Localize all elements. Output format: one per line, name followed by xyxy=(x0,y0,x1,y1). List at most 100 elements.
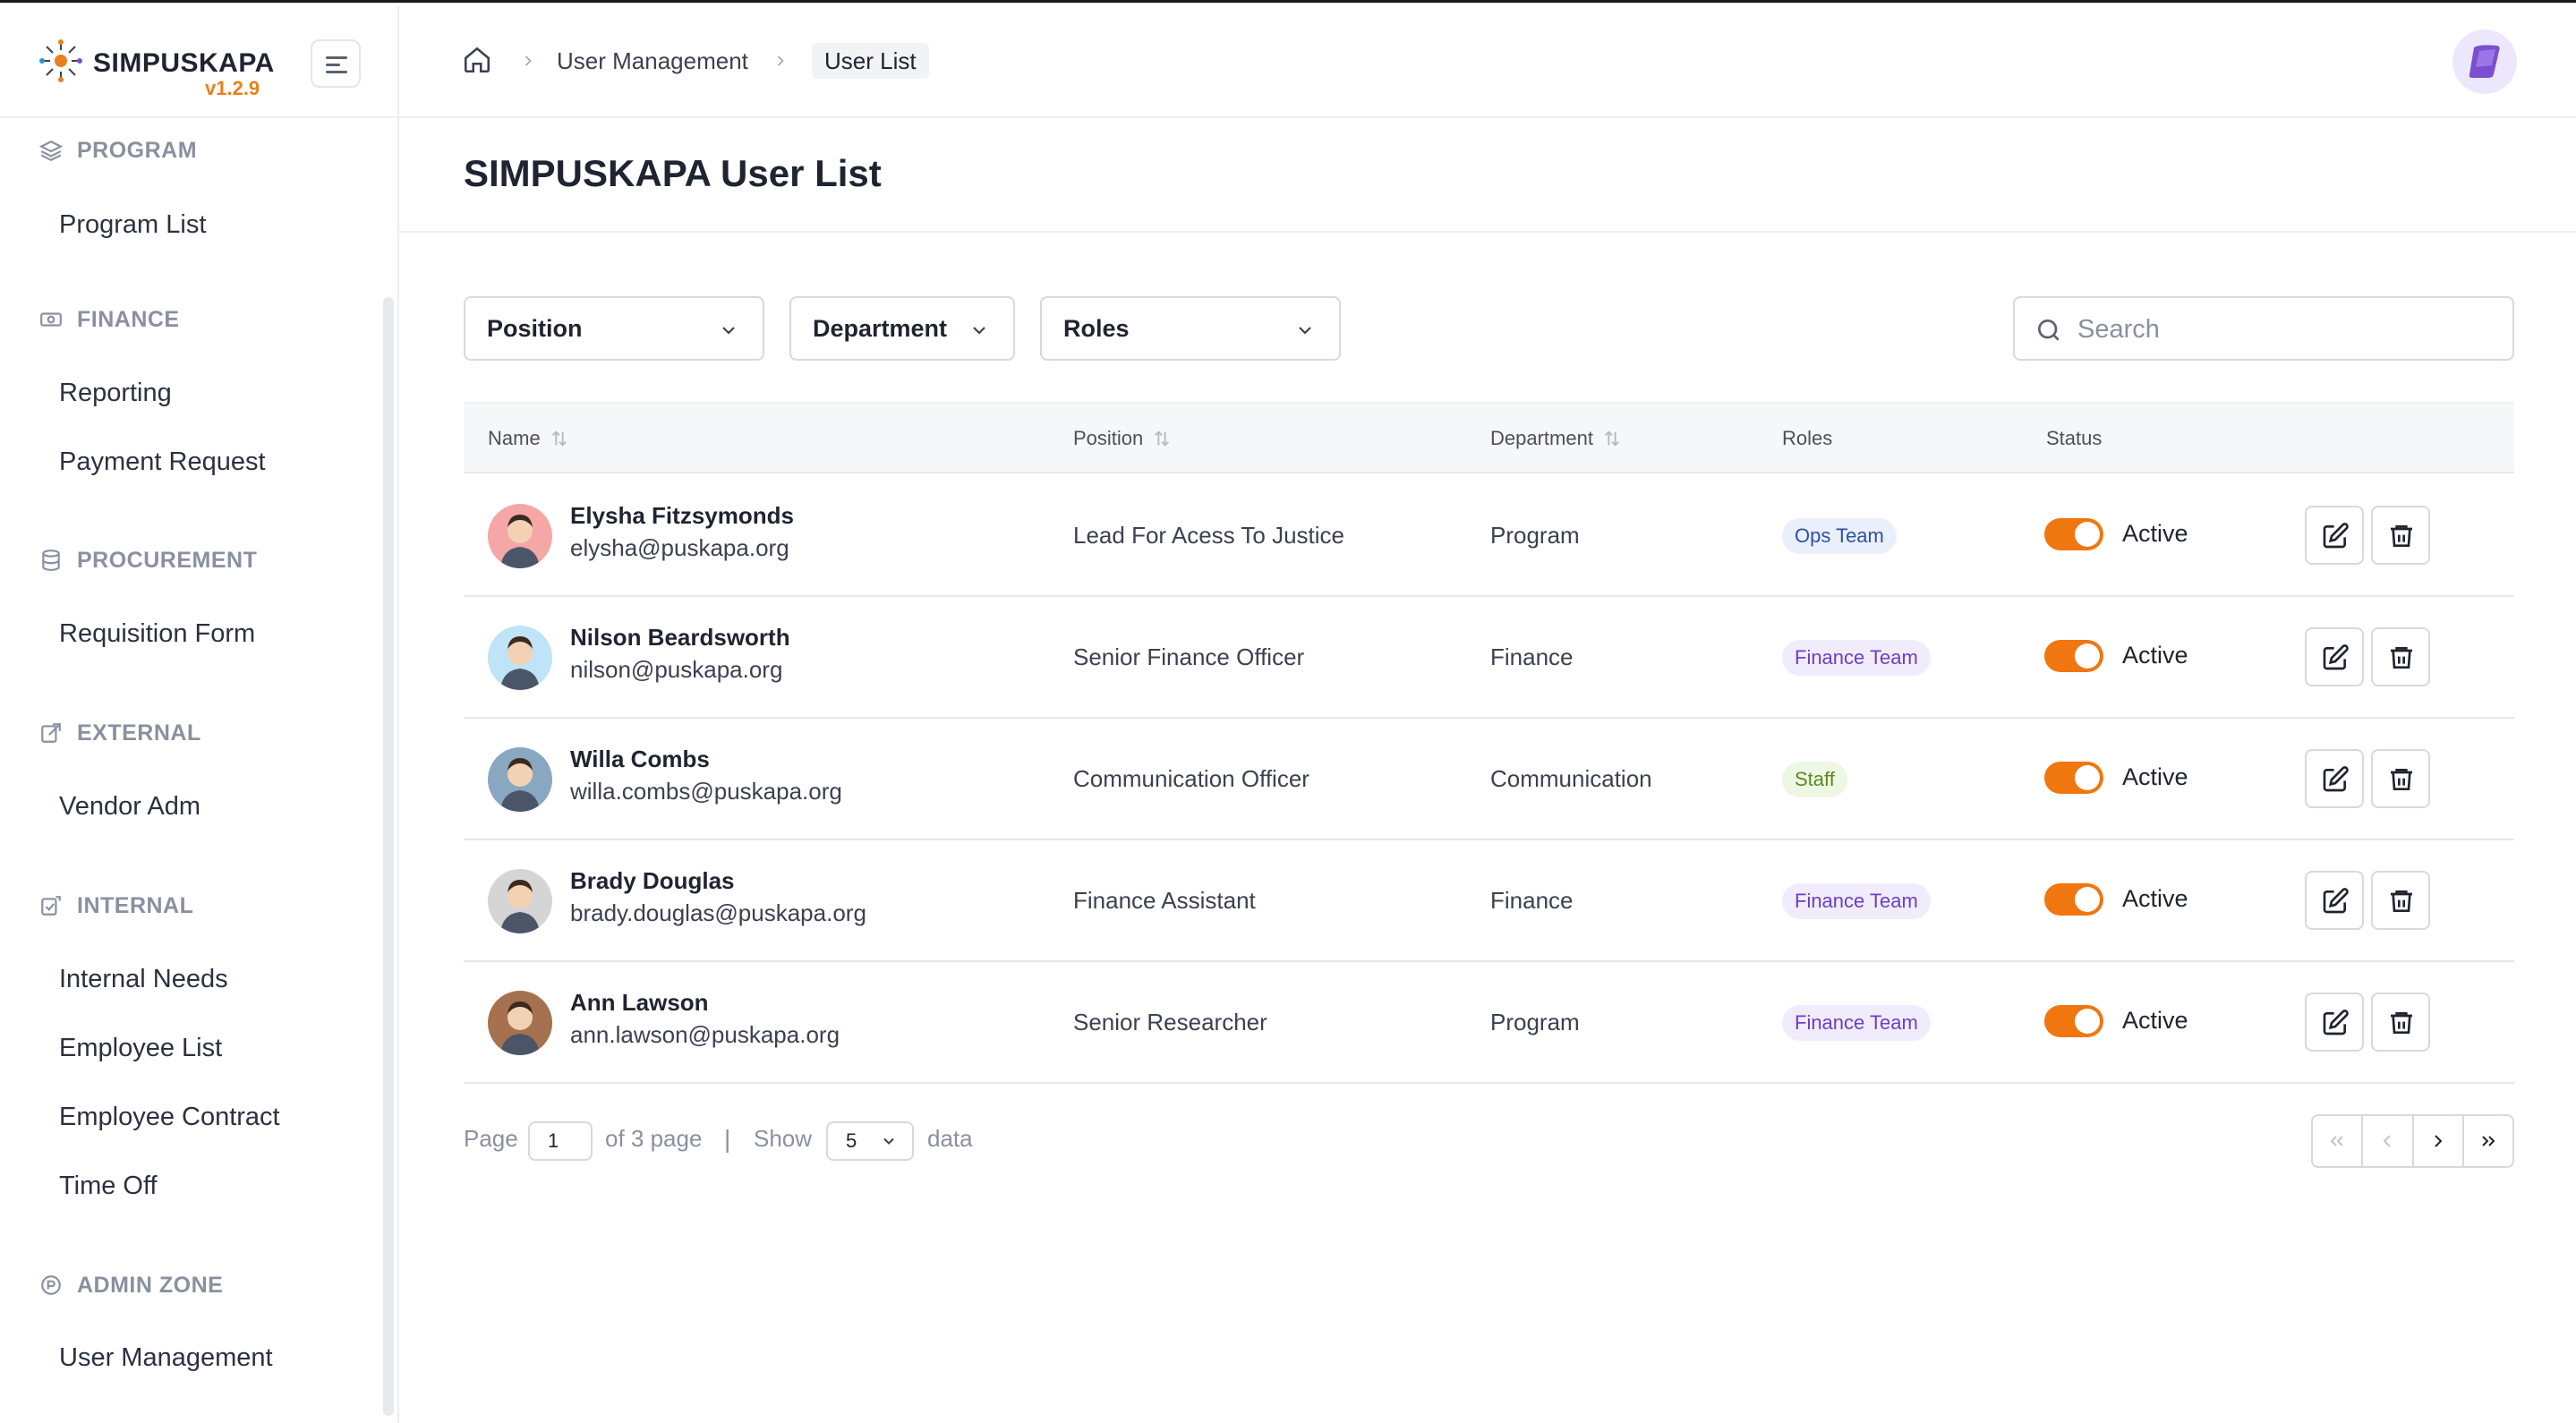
table-row: Nilson Beardsworth nilson@puskapa.org Seni… xyxy=(464,597,2514,719)
page-number-input[interactable]: 1 xyxy=(528,1121,593,1161)
role-badge: Finance Team xyxy=(1782,883,1931,919)
status-toggle[interactable] xyxy=(2044,883,2103,916)
delete-button[interactable] xyxy=(2371,749,2430,808)
sidebar-scrollbar[interactable] xyxy=(383,297,394,1416)
chevron-left-icon xyxy=(2383,1135,2392,1147)
sidebar-item-payment-request[interactable]: Payment Request xyxy=(59,442,266,481)
brand-header: SIMPUSKAPA v1.2.9 xyxy=(0,5,399,118)
user-position: Finance Assistant xyxy=(1073,887,1256,914)
page-size-select[interactable]: 5 xyxy=(826,1121,914,1161)
sidebar-item-employee-contract[interactable]: Employee Contract xyxy=(59,1097,280,1137)
status-toggle[interactable] xyxy=(2044,518,2103,550)
user-name: Nilson Beardsworth xyxy=(570,624,790,651)
page-title: SIMPUSKAPA User List xyxy=(464,152,882,194)
first-page-button[interactable] xyxy=(2313,1116,2364,1166)
edit-button[interactable] xyxy=(2305,749,2364,808)
delete-button[interactable] xyxy=(2371,627,2430,686)
sidebar-item-user-management[interactable]: User Management xyxy=(59,1338,273,1377)
chevron-down-icon xyxy=(973,327,985,335)
role-badge: Finance Team xyxy=(1782,1005,1931,1041)
topbar: User Management User List xyxy=(399,5,2576,118)
delete-button[interactable] xyxy=(2371,993,2430,1052)
avatar-face-icon xyxy=(500,758,540,812)
avatar-face-icon xyxy=(500,1001,540,1055)
section-internal: INTERNAL xyxy=(39,890,193,922)
column-status: Status xyxy=(2046,427,2103,449)
search-input[interactable] xyxy=(2077,309,2498,350)
sidebar-item-time-off[interactable]: Time Off xyxy=(59,1166,158,1206)
pager xyxy=(2311,1114,2514,1168)
next-page-button[interactable] xyxy=(2414,1116,2464,1166)
user-department: Finance xyxy=(1490,887,1574,914)
last-page-button[interactable] xyxy=(2464,1116,2512,1166)
position-filter[interactable]: Position xyxy=(464,296,764,361)
delete-button[interactable] xyxy=(2371,506,2430,565)
sidebar-item-internal-needs[interactable]: Internal Needs xyxy=(59,959,228,999)
section-procurement: PROCUREMENT xyxy=(39,544,257,576)
avatar xyxy=(488,869,552,933)
trash-icon xyxy=(2391,525,2412,547)
edit-button[interactable] xyxy=(2305,871,2364,930)
user-department: Finance xyxy=(1490,643,1574,670)
avatar xyxy=(488,626,552,690)
status-toggle[interactable] xyxy=(2044,1005,2103,1037)
edit-button[interactable] xyxy=(2305,627,2364,686)
page-label: Page xyxy=(464,1125,518,1152)
department-filter[interactable]: Department xyxy=(789,296,1015,361)
edit-icon xyxy=(2323,644,2349,670)
column-name[interactable]: Name xyxy=(488,404,569,473)
user-position: Senior Finance Officer xyxy=(1073,643,1305,670)
edit-button[interactable] xyxy=(2305,993,2364,1052)
breadcrumb-user-list: User List xyxy=(812,43,929,79)
user-email: willa.combs@puskapa.org xyxy=(570,778,842,805)
roles-filter[interactable]: Roles xyxy=(1040,296,1341,361)
edit-icon xyxy=(2323,523,2349,549)
section-finance: FINANCE xyxy=(39,303,180,336)
user-avatar[interactable] xyxy=(2452,30,2517,94)
avatar-face-icon xyxy=(500,636,540,690)
delete-button[interactable] xyxy=(2371,871,2430,930)
section-external: EXTERNAL xyxy=(39,717,201,749)
column-position[interactable]: Position xyxy=(1073,404,1172,473)
sidebar-item-employee-list[interactable]: Employee List xyxy=(59,1028,222,1068)
avatar xyxy=(488,747,552,812)
avatar-face-icon xyxy=(500,880,540,933)
status-label: Active xyxy=(2122,520,2188,547)
prev-page-button[interactable] xyxy=(2363,1116,2414,1166)
user-email: elysha@puskapa.org xyxy=(570,534,789,561)
user-name: Ann Lawson xyxy=(570,989,709,1016)
avatar-face-icon xyxy=(500,515,540,568)
status-toggle[interactable] xyxy=(2044,762,2103,794)
sidebar-item-reporting[interactable]: Reporting xyxy=(59,373,172,413)
user-position: Lead For Acess To Justice xyxy=(1073,522,1345,549)
chevron-right-icon xyxy=(525,55,532,66)
status-toggle[interactable] xyxy=(2044,640,2103,672)
table-header: Name Position Department Roles Status xyxy=(464,402,2514,473)
toggle-knob xyxy=(2075,643,2100,669)
table-row: Willa Combs willa.combs@puskapa.org Commun… xyxy=(464,719,2514,840)
trash-icon xyxy=(2391,890,2412,912)
avatar xyxy=(488,504,552,568)
trash-icon xyxy=(2391,647,2412,669)
table-row: Brady Douglas brady.douglas@puskapa.org Fi… xyxy=(464,840,2514,962)
toggle-knob xyxy=(2075,522,2100,547)
sidebar-item-program-list[interactable]: Program List xyxy=(59,205,206,244)
user-email: nilson@puskapa.org xyxy=(570,656,783,683)
brand-name: SIMPUSKAPA xyxy=(93,48,275,78)
sidebar-item-vendor-adm[interactable]: Vendor Adm xyxy=(59,787,200,826)
breadcrumb-user-management[interactable]: User Management xyxy=(557,43,748,79)
sidebar-item-requisition-form[interactable]: Requisition Form xyxy=(59,614,255,653)
section-admin-zone: ADMIN ZONE xyxy=(39,1269,223,1301)
edit-icon xyxy=(2323,1010,2349,1035)
edit-button[interactable] xyxy=(2305,506,2364,565)
user-email: ann.lawson@puskapa.org xyxy=(570,1021,840,1048)
column-roles: Roles xyxy=(1782,427,1833,449)
edit-icon xyxy=(2323,888,2349,914)
table-row: Elysha Fitzsymonds elysha@puskapa.org Lead… xyxy=(464,475,2514,597)
user-name: Brady Douglas xyxy=(570,867,735,894)
column-department[interactable]: Department xyxy=(1490,404,1622,473)
menu-toggle-button[interactable] xyxy=(311,39,361,88)
chevron-right-icon xyxy=(2434,1135,2443,1147)
external-icon xyxy=(41,723,61,743)
home-icon[interactable] xyxy=(462,45,492,75)
